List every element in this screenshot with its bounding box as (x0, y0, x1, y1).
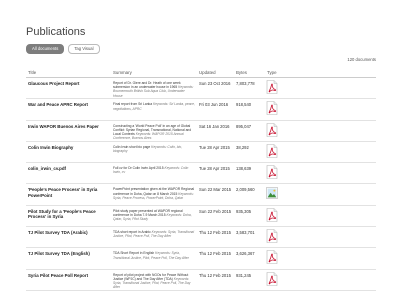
document-title-link[interactable]: Glaucous Project Report (28, 81, 108, 86)
document-updated: Sat 16 Jan 2016 (199, 123, 230, 129)
document-bytes: 138,639 (236, 166, 252, 172)
pdf-icon[interactable] (266, 165, 278, 179)
document-title-link[interactable]: 'People's Peace Process' in Syria PowerP… (28, 187, 108, 197)
document-updated: Thu 12 Feb 2015 (199, 272, 231, 278)
document-updated: Thu 12 Feb 2015 (199, 251, 231, 257)
document-bytes: 38,292 (236, 144, 249, 150)
column-header-title[interactable]: Title (28, 70, 36, 75)
document-summary: PowerPoint presentation given at the WAP… (113, 187, 195, 200)
document-summary: Pilot study paper presented at WAPOR reg… (113, 209, 195, 222)
document-summary: Colin Irwin short bio page Keywords: Col… (113, 145, 195, 153)
document-bytes: 2,009,560 (236, 187, 255, 193)
summary-text: Report of Dr. Giere and Dr. Heath of one… (113, 81, 181, 90)
document-title-link[interactable]: Pilot Study for a 'People's Peace Proces… (28, 209, 108, 219)
pdf-icon[interactable] (266, 144, 278, 158)
tab-all-documents[interactable]: All documents (26, 44, 65, 54)
tab-tag-visual[interactable]: Tag Visual (68, 44, 100, 54)
document-summary: TDA Short Report in English Keywords: Sy… (113, 251, 195, 259)
document-title-link[interactable]: TJ Pilot Survey TDA (Arabic) (28, 230, 108, 235)
pdf-icon[interactable] (266, 271, 278, 286)
document-bytes: 3,583,701 (236, 230, 255, 236)
tab-bar: All documents Tag Visual (26, 44, 100, 54)
document-title-link[interactable]: Syria Pilot Peace Poll Report (28, 273, 108, 278)
document-updated: Sun 22 Mar 2015 (199, 187, 232, 193)
document-title-link[interactable]: TJ Pilot Survey TDA (English) (28, 251, 108, 256)
column-header-type[interactable]: Type (267, 70, 277, 75)
document-count: 120 documents (347, 57, 376, 62)
document-title-link[interactable]: Irwin WAPOR Buenos Aires Paper (28, 124, 108, 129)
table-row: colin_irwin_cv.pdf Full cv for Dr Colin … (26, 163, 376, 185)
document-bytes: 895,047 (236, 123, 252, 129)
table-row: 'People's Peace Process' in Syria PowerP… (26, 184, 376, 206)
table-row: Glaucous Project Report Report of Dr. Gi… (26, 78, 376, 100)
pdf-icon[interactable] (266, 101, 278, 116)
document-updated: Sun 22 Feb 2015 (199, 208, 232, 214)
document-summary: Report of pilot project with NGOs for Pe… (113, 273, 195, 290)
document-bytes: 931,245 (236, 272, 252, 278)
document-bytes: 935,305 (236, 208, 252, 214)
document-summary: Constructing a 'World Peace Poll' in an … (113, 124, 195, 141)
image-icon[interactable] (266, 186, 278, 200)
document-updated: Tue 28 Apr 2015 (199, 166, 230, 172)
page-title: Publications (26, 26, 86, 38)
document-title-link[interactable]: War and Peace APRC Report (28, 102, 108, 107)
pdf-icon[interactable] (266, 229, 278, 243)
table-row: Colin Irwin Biography Colin Irwin short … (26, 142, 376, 164)
column-header-updated[interactable]: Updated (199, 70, 216, 75)
pdf-icon[interactable] (266, 250, 278, 265)
table-row: TJ Pilot Survey TDA (Arabic) TDA short r… (26, 227, 376, 249)
pdf-icon[interactable] (266, 80, 278, 94)
document-title-link[interactable]: colin_irwin_cv.pdf (28, 166, 108, 171)
table-row: Syria Pilot Peace Poll Report Report of … (26, 270, 376, 291)
document-summary: Full cv for Dr Colin Irwin April 2015 Ke… (113, 166, 195, 174)
document-updated: Thu 12 Feb 2015 (199, 230, 231, 236)
pdf-icon[interactable] (266, 207, 278, 222)
documents-table: Glaucous Project Report Report of Dr. Gi… (26, 78, 376, 291)
document-updated: Tue 28 Apr 2015 (199, 144, 230, 150)
pdf-icon[interactable] (266, 122, 278, 137)
document-bytes: 3,626,367 (236, 251, 255, 257)
column-header-bytes[interactable]: Bytes (236, 70, 247, 75)
document-summary: TDA short report in Arabic Keywords: Syr… (113, 230, 195, 238)
document-bytes: 918,540 (236, 102, 252, 108)
table-header: Title Summary Updated Bytes Type (26, 68, 376, 78)
table-row: Irwin WAPOR Buenos Aires Paper Construct… (26, 121, 376, 142)
table-row: Pilot Study for a 'People's Peace Proces… (26, 206, 376, 228)
table-row: TJ Pilot Survey TDA (English) TDA Short … (26, 248, 376, 270)
column-header-summary[interactable]: Summary (113, 70, 132, 75)
table-row: War and Peace APRC Report Final report f… (26, 99, 376, 121)
document-summary: Final report from Sri Lanka Keywords: Sr… (113, 102, 195, 110)
document-updated: Fri 03 Jun 2016 (199, 102, 229, 108)
document-bytes: 7,803,778 (236, 81, 255, 86)
document-title-link[interactable]: Colin Irwin Biography (28, 145, 108, 150)
document-updated: Sun 23 Oct 2016 (199, 81, 231, 86)
document-summary: Report of Dr. Giere and Dr. Heath of one… (113, 81, 195, 98)
